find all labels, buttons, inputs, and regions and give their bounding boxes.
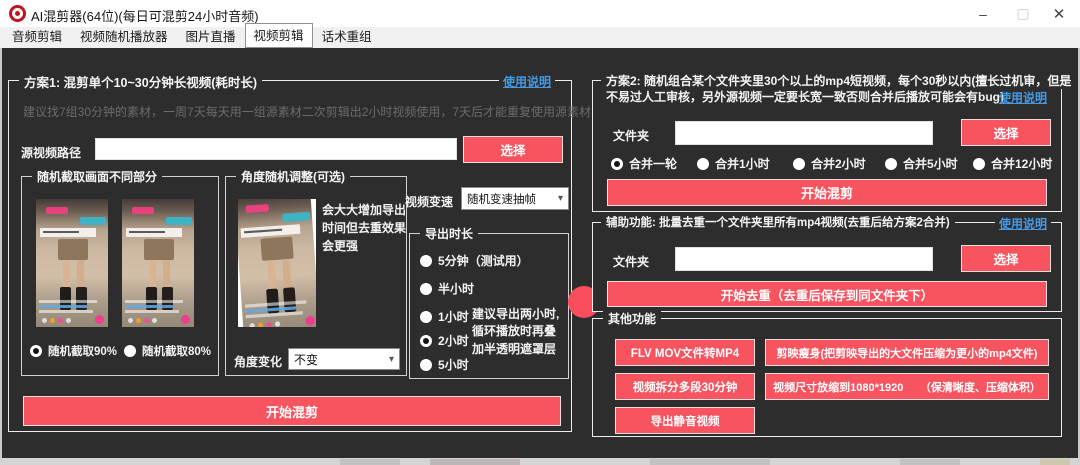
radio-icon	[611, 158, 623, 170]
tab-video-edit[interactable]: 视频剪辑	[245, 23, 313, 48]
crop-group: 随机截取画面不同部分 随机截取90% 随机截取80%	[21, 176, 219, 376]
radio-icon	[420, 283, 432, 295]
radio-icon	[420, 335, 432, 347]
jianying-shrink-button[interactable]: 剪映瘦身(把剪映导出的大文件压缩为更小的mp4文件)	[765, 339, 1049, 366]
radio-icon	[420, 359, 432, 371]
speed-dropdown[interactable]: 随机变速抽帧 ▾	[461, 187, 569, 210]
plan1-hint: 建议找7组30分钟的素材，一周7天每天用一组源素材二次剪辑出2小时视频使用，7天…	[23, 103, 591, 120]
plan2-help-link[interactable]: 使用说明	[999, 89, 1047, 106]
source-path-select-button[interactable]: 选择	[463, 136, 563, 163]
plan2-title-line2: 不易过人工审核，另外源视频一定要长宽一致否则合并后播放可能会有bug)	[606, 88, 1004, 105]
minimize-button[interactable]: –	[966, 0, 1000, 27]
title-bar: AI混剪器(64位)(每日可混剪24小时音频) – ▢ ✕	[0, 0, 1080, 27]
tab-random-player[interactable]: 视频随机播放器	[71, 24, 177, 48]
plan1-panel: 方案1: 混剪单个10~30分钟长视频(耗时长) 使用说明 建议找7组30分钟的…	[8, 80, 572, 432]
radio-icon	[124, 345, 136, 357]
aux-folder-select-button[interactable]: 选择	[961, 245, 1051, 272]
export-muted-video-button[interactable]: 导出静音视频	[615, 407, 755, 434]
radio-icon	[420, 311, 432, 323]
angle-group: 角度随机调整(可选) 会大大增加导出时间但去重效果会更强 角度变化 不变 ▾	[225, 176, 407, 376]
chevron-down-icon: ▾	[558, 193, 563, 204]
plan2-title-line1: 方案2: 随机组合某个文件夹里30个以上的mp4短视频，每个30秒以内(擅长过机…	[601, 72, 1076, 89]
video-preview-thumb	[122, 199, 194, 327]
tab-audio-edit[interactable]: 音频剪辑	[3, 24, 71, 48]
plan2-folder-input[interactable]	[675, 121, 933, 145]
radio-icon	[973, 158, 985, 170]
angle-note: 会大大增加导出时间但去重效果会更强	[322, 201, 408, 255]
radio-merge-1hour[interactable]: 合并1小时	[697, 155, 770, 172]
source-path-input[interactable]	[95, 138, 457, 160]
source-path-label: 源视频路径	[21, 144, 81, 161]
plan2-start-button[interactable]: 开始混剪	[607, 179, 1047, 206]
tab-bar: 音频剪辑 视频随机播放器 图片直播 视频剪辑 话术重组	[0, 27, 1080, 48]
radio-duration-1hour[interactable]: 1小时	[420, 308, 469, 325]
others-title: 其他功能	[603, 310, 661, 327]
plan2-folder-label: 文件夹	[613, 127, 649, 144]
aux-title: 辅助功能: 批量去重一个文件夹里所有mp4视频(去重后给方案2合并)	[601, 214, 955, 230]
others-panel: 其他功能 FLV MOV文件转MP4 剪映瘦身(把剪映导出的大文件压缩为更小的m…	[592, 318, 1062, 437]
aux-start-button[interactable]: 开始去重（去重后保存到同文件夹下）	[607, 281, 1047, 307]
aux-help-link[interactable]: 使用说明	[995, 215, 1051, 232]
window-title: AI混剪器(64位)(每日可混剪24小时音频)	[31, 6, 259, 25]
plan1-title: 方案1: 混剪单个10~30分钟长视频(耗时长)	[19, 72, 262, 91]
radio-icon	[697, 158, 709, 170]
video-preview-thumb	[36, 199, 108, 327]
radio-merge-5hour[interactable]: 合并5小时	[885, 155, 958, 172]
video-preview-thumb-rotated	[238, 199, 316, 327]
radio-duration-half-hour[interactable]: 半小时	[420, 280, 474, 297]
split-video-button[interactable]: 视频拆分多段30分钟	[615, 373, 755, 400]
flv-mov-to-mp4-button[interactable]: FLV MOV文件转MP4	[615, 339, 755, 366]
radio-crop-90[interactable]: 随机截取90%	[30, 343, 117, 359]
radio-merge-one-round[interactable]: 合并一轮	[611, 155, 677, 172]
radio-crop-80[interactable]: 随机截取80%	[124, 343, 211, 359]
aux-folder-label: 文件夹	[613, 253, 649, 270]
crop-group-title: 随机截取画面不同部分	[32, 168, 162, 185]
app-logo-icon	[9, 5, 26, 22]
plan1-help-link[interactable]: 使用说明	[499, 73, 555, 90]
radio-duration-5min[interactable]: 5分钟（测试用）	[420, 252, 529, 269]
tab-script-remix[interactable]: 话术重组	[313, 24, 381, 48]
resize-video-button[interactable]: 视频尺寸放缩到1080*1920 （保清晰度、压缩体积）	[765, 373, 1049, 400]
duration-group-title: 导出时长	[420, 225, 478, 242]
taskbar-sliver	[0, 458, 1080, 465]
plan2-folder-select-button[interactable]: 选择	[961, 119, 1051, 146]
speed-label: 视频变速	[405, 193, 453, 210]
aux-panel: 辅助功能: 批量去重一个文件夹里所有mp4视频(去重后给方案2合并) 使用说明 …	[592, 222, 1062, 312]
radio-icon	[30, 345, 42, 357]
angle-group-title: 角度随机调整(可选)	[236, 168, 350, 185]
radio-merge-2hour[interactable]: 合并2小时	[793, 155, 866, 172]
plan1-start-button[interactable]: 开始混剪	[23, 396, 561, 426]
radio-icon	[420, 255, 432, 267]
tab-image-live[interactable]: 图片直播	[177, 24, 245, 48]
main-content: 方案1: 混剪单个10~30分钟长视频(耗时长) 使用说明 建议找7组30分钟的…	[0, 48, 1080, 458]
radio-icon	[793, 158, 805, 170]
duration-note: 建议导出两小时,循环播放时再叠加半透明遮罩层	[472, 306, 564, 358]
aux-folder-input[interactable]	[675, 247, 933, 271]
maximize-button[interactable]: ▢	[1006, 0, 1040, 27]
close-button[interactable]: ✕	[1042, 0, 1076, 27]
radio-duration-5hour[interactable]: 5小时	[420, 356, 469, 373]
radio-duration-2hour[interactable]: 2小时	[420, 332, 469, 349]
plan2-panel: 方案2: 随机组合某个文件夹里30个以上的mp4短视频，每个30秒以内(擅长过机…	[592, 80, 1062, 212]
radio-icon	[885, 158, 897, 170]
chevron-down-icon: ▾	[389, 354, 394, 365]
angle-change-label: 角度变化	[234, 353, 282, 370]
duration-group: 导出时长 5分钟（测试用） 半小时 1小时 2小时 5小时 建议导出两小时,循	[409, 233, 569, 379]
angle-change-dropdown[interactable]: 不变 ▾	[288, 348, 400, 370]
radio-merge-12hour[interactable]: 合并12小时	[973, 155, 1052, 172]
